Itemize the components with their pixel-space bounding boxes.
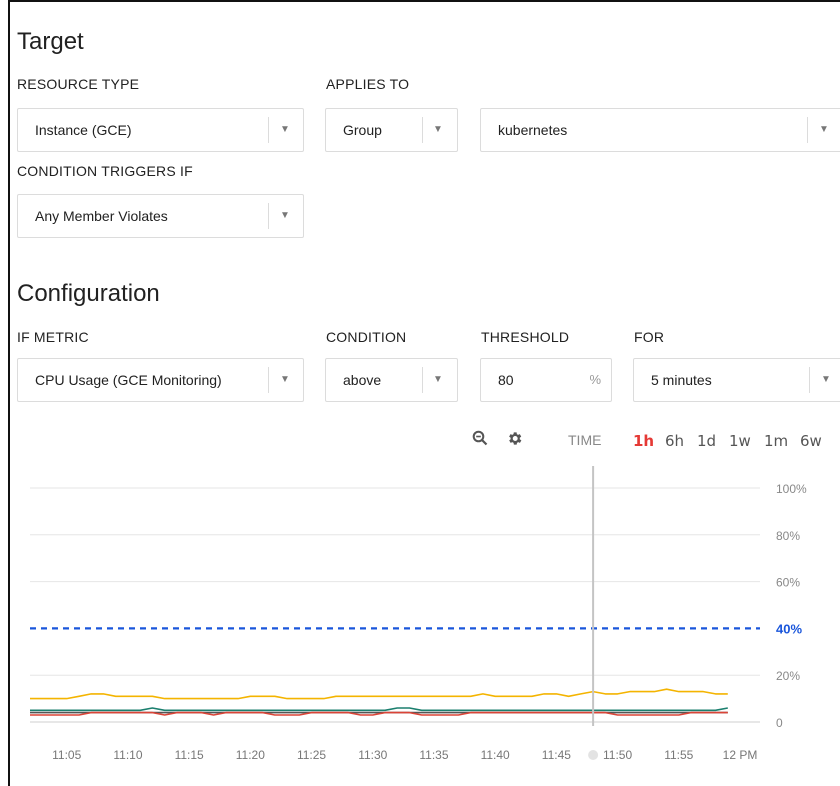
range-1h[interactable]: 1h	[633, 432, 654, 450]
x-tick-label: 12 PM	[723, 748, 758, 762]
cursor-handle	[588, 750, 599, 760]
dropdown-arrow-icon[interactable]: ▼	[433, 109, 443, 151]
zoom-icon[interactable]	[472, 430, 488, 450]
y-tick-label: 60%	[776, 576, 800, 590]
time-label: TIME	[568, 432, 602, 448]
threshold-unit: %	[589, 372, 601, 387]
x-tick-label: 11:25	[297, 748, 326, 762]
cpu-usage-chart[interactable]: 0 20% 60% 80% 100% 40% 11:05 11:10 11:15 11:20 11:…	[0, 456, 840, 786]
x-tick-label: 11:55	[664, 748, 693, 762]
select-divider	[809, 367, 810, 393]
dropdown-arrow-icon[interactable]: ▼	[821, 359, 831, 401]
if-metric-select[interactable]: CPU Usage (GCE Monitoring) ▼	[17, 358, 304, 402]
select-divider	[268, 117, 269, 143]
range-1w[interactable]: 1w	[729, 432, 751, 450]
if-metric-label: IF METRIC	[17, 329, 89, 345]
x-tick-label: 11:10	[113, 748, 142, 762]
select-divider	[422, 117, 423, 143]
range-6h[interactable]: 6h	[665, 432, 684, 450]
for-select[interactable]: 5 minutes ▼	[633, 358, 840, 402]
configuration-title: Configuration	[17, 280, 160, 307]
for-value: 5 minutes	[651, 372, 712, 388]
dropdown-arrow-icon[interactable]: ▼	[280, 359, 290, 401]
x-tick-label: 11:35	[419, 748, 448, 762]
series-line	[30, 707, 728, 712]
threshold-value: 80	[498, 372, 514, 388]
dropdown-arrow-icon[interactable]: ▼	[280, 195, 290, 237]
x-tick-label: 11:05	[52, 748, 81, 762]
group-value: kubernetes	[498, 122, 568, 138]
select-divider	[268, 367, 269, 393]
target-title: Target	[17, 28, 84, 55]
condition-triggers-select[interactable]: Any Member Violates ▼	[17, 194, 304, 238]
x-tick-label: 11:30	[358, 748, 387, 762]
range-1d[interactable]: 1d	[697, 432, 716, 450]
y-tick-label: 20%	[776, 669, 800, 683]
dropdown-arrow-icon[interactable]: ▼	[280, 109, 290, 151]
gear-icon[interactable]	[506, 430, 523, 451]
applies-to-select[interactable]: Group ▼	[325, 108, 458, 152]
condition-label: CONDITION	[326, 329, 407, 345]
select-divider	[268, 203, 269, 229]
applies-to-value: Group	[343, 122, 382, 138]
resource-type-label: RESOURCE TYPE	[17, 76, 140, 92]
condition-select[interactable]: above ▼	[325, 358, 458, 402]
series-line	[30, 688, 728, 700]
threshold-label: THRESHOLD	[481, 329, 570, 345]
range-1m[interactable]: 1m	[764, 432, 788, 450]
for-label: FOR	[634, 329, 665, 345]
resource-type-value: Instance (GCE)	[35, 122, 132, 138]
if-metric-value: CPU Usage (GCE Monitoring)	[35, 372, 222, 388]
dropdown-arrow-icon[interactable]: ▼	[819, 109, 829, 151]
x-tick-label: 11:15	[175, 748, 204, 762]
x-tick-label: 11:50	[603, 748, 632, 762]
frame-border-top	[8, 0, 840, 2]
select-divider	[807, 117, 808, 143]
applies-to-label: APPLIES TO	[326, 76, 410, 92]
y-tick-label: 80%	[776, 529, 800, 543]
threshold-label: 40%	[776, 621, 802, 636]
x-tick-label: 11:40	[481, 748, 510, 762]
x-tick-label: 11:45	[542, 748, 571, 762]
y-tick-label: 0	[776, 716, 783, 730]
group-select[interactable]: kubernetes ▼	[480, 108, 840, 152]
select-divider	[422, 367, 423, 393]
condition-triggers-label: CONDITION TRIGGERS IF	[17, 163, 193, 179]
threshold-input[interactable]: 80 %	[480, 358, 612, 402]
condition-value: above	[343, 372, 382, 388]
y-tick-label: 100%	[776, 482, 807, 496]
resource-type-select[interactable]: Instance (GCE) ▼	[17, 108, 304, 152]
x-tick-label: 11:20	[236, 748, 265, 762]
dropdown-arrow-icon[interactable]: ▼	[433, 359, 443, 401]
condition-triggers-value: Any Member Violates	[35, 208, 168, 224]
range-6w[interactable]: 6w	[800, 432, 822, 450]
